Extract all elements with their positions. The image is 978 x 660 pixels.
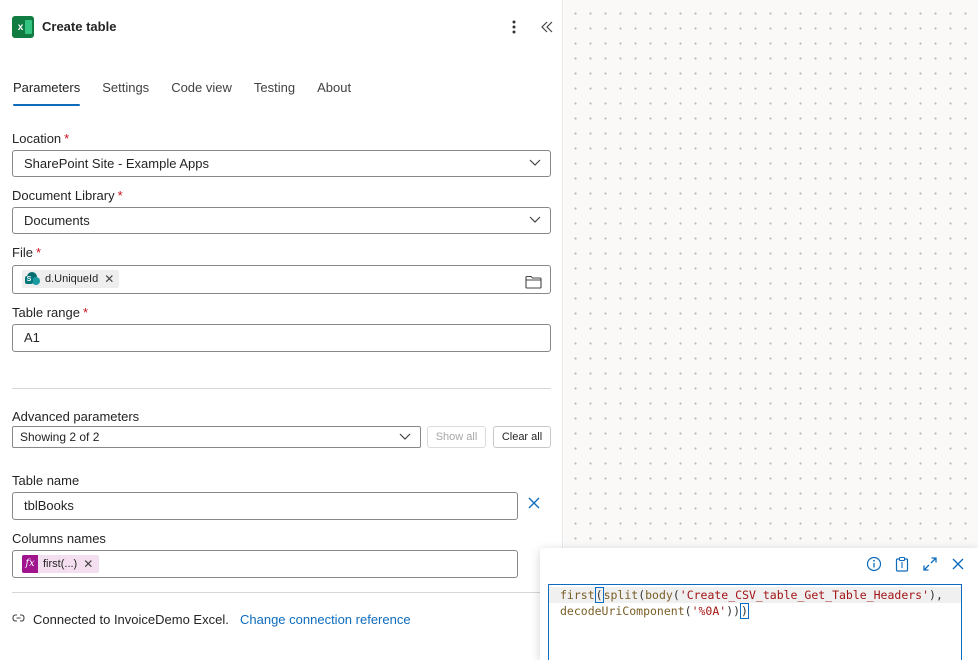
advanced-parameters-value: Showing 2 of 2 <box>20 430 100 444</box>
file-token[interactable]: S d.UniqueId ✕ <box>22 270 120 288</box>
advanced-parameters-dropdown[interactable]: Showing 2 of 2 <box>12 426 421 448</box>
location-value: SharePoint Site - Example Apps <box>24 156 209 171</box>
advanced-parameters-label: Advanced parameters <box>12 409 140 424</box>
more-vertical-icon <box>512 20 516 34</box>
file-label-text: File <box>12 245 33 260</box>
chevron-down-icon <box>399 427 411 441</box>
table-range-label-text: Table range <box>12 305 80 320</box>
expr-fn: first <box>560 588 595 602</box>
expression-token-label: first(...) <box>43 557 78 570</box>
more-options-button[interactable] <box>505 15 523 39</box>
table-range-label: Table range * <box>12 305 88 320</box>
action-details-panel: x Create table Parameters Settings Code … <box>0 0 563 660</box>
clear-all-button[interactable]: Clear all <box>493 426 551 448</box>
columns-names-input[interactable]: fx first(...) ✕ <box>12 550 518 578</box>
close-icon[interactable] <box>950 556 966 572</box>
remove-token-icon[interactable]: ✕ <box>104 267 114 292</box>
expr-punc: ( <box>684 604 692 618</box>
file-token-label: d.UniqueId <box>45 272 99 285</box>
required-mark: * <box>35 245 42 260</box>
remove-parameter-icon[interactable] <box>527 496 545 514</box>
tab-parameters[interactable]: Parameters <box>13 78 81 106</box>
location-dropdown[interactable]: SharePoint Site - Example Apps <box>12 150 551 177</box>
tab-code-view[interactable]: Code view <box>171 78 232 106</box>
expr-fn: split <box>603 588 639 602</box>
expr-punc: )) <box>726 604 741 618</box>
table-name-label: Table name <box>12 473 80 488</box>
tab-bar: Parameters Settings Code view Testing Ab… <box>13 78 373 108</box>
document-library-label-text: Document Library <box>12 188 115 203</box>
expand-icon[interactable] <box>922 556 938 572</box>
required-mark: * <box>64 131 70 146</box>
file-label: File * <box>12 245 41 260</box>
table-range-value: A1 <box>24 330 40 345</box>
location-label: Location * <box>12 131 69 146</box>
location-label-text: Location <box>12 131 62 146</box>
chevron-down-icon <box>529 208 541 224</box>
chevron-down-icon <box>529 151 541 167</box>
section-divider <box>12 592 551 593</box>
table-range-input[interactable]: A1 <box>12 324 551 352</box>
remove-token-icon[interactable]: ✕ <box>83 552 93 577</box>
expr-fn: decodeUriComponent <box>560 604 685 618</box>
fx-icon: fx <box>22 555 38 573</box>
expression-toolbar <box>866 556 966 572</box>
info-icon[interactable] <box>866 556 882 572</box>
clipboard-icon[interactable] <box>894 556 910 572</box>
page-title: Create table <box>42 19 117 34</box>
expr-punc: ), <box>929 588 943 602</box>
document-library-value: Documents <box>24 213 90 228</box>
folder-icon[interactable] <box>525 272 542 297</box>
required-mark: * <box>82 305 89 320</box>
expr-punc: ( <box>672 588 680 602</box>
expr-punc: ( <box>594 587 604 603</box>
expr-string: 'Create_CSV_table_Get_Table_Headers' <box>679 588 930 602</box>
connection-text: Connected to InvoiceDemo Excel. <box>33 612 229 627</box>
columns-names-label: Columns names <box>12 531 106 546</box>
table-name-value: tblBooks <box>24 498 74 513</box>
expr-string: '%0A' <box>691 604 727 618</box>
tab-testing[interactable]: Testing <box>254 78 295 106</box>
expr-punc: ) <box>740 603 749 619</box>
expression-token[interactable]: fx first(...) ✕ <box>22 555 100 573</box>
excel-icon: x <box>12 16 34 38</box>
expression-editor-popup: first(split(body('Create_CSV_table_Get_T… <box>540 548 978 660</box>
sharepoint-icon: S <box>25 272 41 286</box>
connection-link-icon <box>12 612 25 627</box>
expression-input[interactable]: first(split(body('Create_CSV_table_Get_T… <box>548 584 962 660</box>
document-library-dropdown[interactable]: Documents <box>12 207 551 234</box>
file-input[interactable]: S d.UniqueId ✕ <box>12 265 551 294</box>
expression-line-1: first(split(body('Create_CSV_table_Get_T… <box>549 587 961 603</box>
required-mark: * <box>117 188 123 203</box>
expr-fn: body <box>645 588 673 602</box>
table-name-input[interactable]: tblBooks <box>12 492 518 520</box>
change-connection-link[interactable]: Change connection reference <box>240 612 411 627</box>
document-library-label: Document Library * <box>12 188 123 203</box>
show-all-button[interactable]: Show all <box>427 426 486 448</box>
tab-settings[interactable]: Settings <box>102 78 149 106</box>
section-divider <box>12 388 551 389</box>
connection-info: Connected to InvoiceDemo Excel. <box>12 612 229 627</box>
double-chevron-left-icon <box>541 21 553 33</box>
tab-about[interactable]: About <box>317 78 351 106</box>
collapse-panel-button[interactable] <box>537 15 557 39</box>
expression-line-2: decodeUriComponent('%0A'))) <box>560 603 950 619</box>
panel-header: x Create table <box>0 0 563 56</box>
